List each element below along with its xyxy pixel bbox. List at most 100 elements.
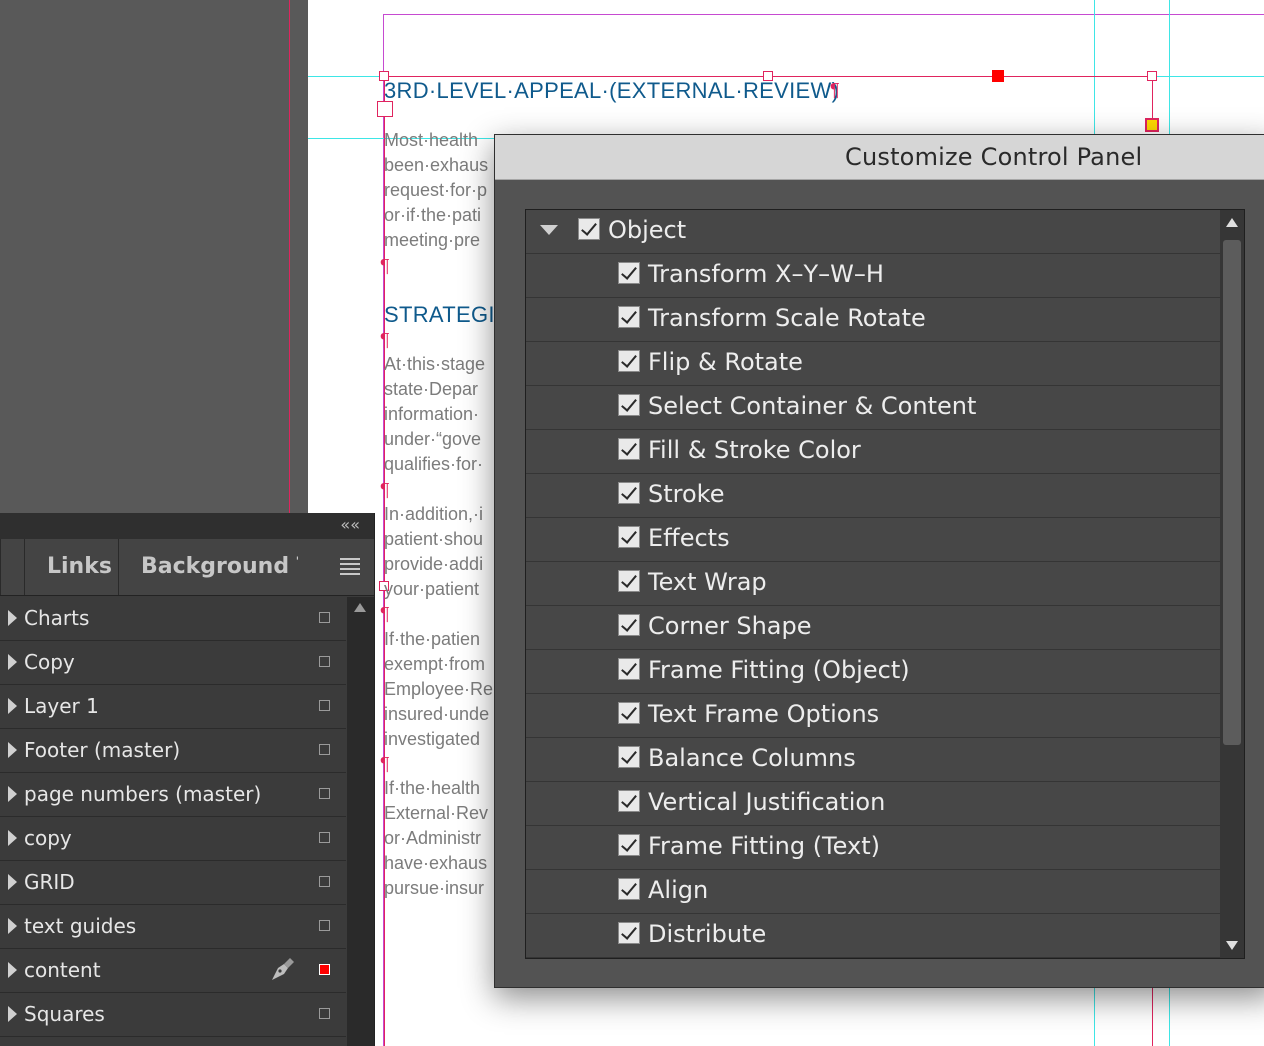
scroll-up-icon[interactable] [1226,218,1238,227]
scroll-up-icon[interactable] [354,603,366,612]
layer-color-swatch[interactable] [319,612,330,623]
layer-row[interactable]: page numbers (master) [0,773,346,817]
layer-color-swatch[interactable] [319,656,330,667]
layer-color-swatch[interactable] [319,832,330,843]
layer-row[interactable]: Charts [0,597,346,641]
option-label: Align [648,876,709,904]
bleed-line [289,0,290,520]
body-text-line: have·exhaus [384,853,488,873]
body-text-line: qualifies·for· [384,454,484,474]
body-text-line: investigated [384,729,481,749]
ruler-guide-v1 [1094,0,1095,140]
options-scrollbar[interactable] [1220,210,1244,958]
option-checkbox[interactable] [618,834,640,856]
option-checkbox[interactable] [618,658,640,680]
layer-row[interactable]: Footer (master) [0,729,346,773]
scroll-down-icon[interactable] [1226,941,1238,950]
ruler-guide-v1-bottom [1094,986,1095,1046]
option-checkbox[interactable] [618,878,640,900]
option-row[interactable]: Text Wrap [526,562,1220,606]
option-row[interactable]: Transform X–Y–W–H [526,254,1220,298]
option-row[interactable]: Balance Columns [526,738,1220,782]
option-row[interactable]: Vertical Justification [526,782,1220,826]
pilcrow-mark: ¶ [380,754,390,774]
body-text-line: In·addition,·i [384,504,484,524]
body-text-line: Employee·Re [384,679,494,699]
layer-color-swatch[interactable] [319,1008,330,1019]
expand-triangle-icon[interactable] [8,610,17,626]
layer-row[interactable]: GRID [0,861,346,905]
body-text-line: state·Depar [384,379,479,399]
option-checkbox[interactable] [618,790,640,812]
option-checkbox[interactable] [618,922,640,944]
body-text-line: under·“gove [384,429,482,449]
layer-row[interactable]: Squares [0,993,346,1037]
layers-scrollbar[interactable] [347,597,374,1046]
option-row[interactable]: Frame Fitting (Object) [526,650,1220,694]
selection-frame-right-bottom [1152,986,1153,1046]
option-row[interactable]: Effects [526,518,1220,562]
tab-background-tasks[interactable]: Background T [118,539,298,595]
option-label: Text Wrap [648,568,767,596]
disclosure-triangle-icon[interactable] [540,225,558,235]
expand-triangle-icon[interactable] [8,962,17,978]
option-row[interactable]: Frame Fitting (Text) [526,826,1220,870]
body-text-line: meeting·pre [384,230,481,250]
expand-triangle-icon[interactable] [8,918,17,934]
body-text-line: or·Administr [384,828,482,848]
panel-menu-icon[interactable] [340,558,360,575]
layer-name: Charts [24,606,90,630]
expand-triangle-icon[interactable] [8,698,17,714]
option-checkbox[interactable] [618,614,640,636]
layer-row[interactable]: Copy [0,641,346,685]
option-row[interactable]: Select Container & Content [526,386,1220,430]
collapse-icon[interactable]: «« [340,515,360,534]
option-row[interactable]: Text Frame Options [526,694,1220,738]
layer-row[interactable]: Layer 1 [0,685,346,729]
corner-options-handle[interactable] [992,70,1004,82]
layer-color-swatch[interactable] [319,964,330,975]
expand-triangle-icon[interactable] [8,786,17,802]
panel-titlebar[interactable]: «« [0,513,374,540]
option-row[interactable]: Stroke [526,474,1220,518]
expand-triangle-icon[interactable] [8,654,17,670]
option-row[interactable]: Distribute [526,914,1220,958]
layer-color-swatch[interactable] [319,788,330,799]
selection-handle-tr[interactable] [1147,71,1157,81]
checkbox-object[interactable] [578,218,600,240]
layer-row[interactable]: copy [0,817,346,861]
scroll-thumb[interactable] [1223,240,1241,745]
dialog-titlebar[interactable]: Customize Control Panel [495,135,1264,180]
expand-triangle-icon[interactable] [8,1006,17,1022]
option-row[interactable]: Corner Shape [526,606,1220,650]
pilcrow-mark: ¶ [380,330,390,350]
option-checkbox[interactable] [618,262,640,284]
expand-triangle-icon[interactable] [8,830,17,846]
option-checkbox[interactable] [618,438,640,460]
option-checkbox[interactable] [618,306,640,328]
option-row[interactable]: Align [526,870,1220,914]
tab-links[interactable]: Links [24,539,118,595]
option-checkbox[interactable] [618,702,640,724]
option-row[interactable]: Fill & Stroke Color [526,430,1220,474]
option-checkbox[interactable] [618,482,640,504]
layer-color-swatch[interactable] [319,700,330,711]
option-label: Distribute [648,920,767,948]
option-checkbox[interactable] [618,746,640,768]
option-row[interactable]: Flip & Rotate [526,342,1220,386]
layer-color-swatch[interactable] [319,920,330,931]
layer-row[interactable]: text guides [0,905,346,949]
expand-triangle-icon[interactable] [8,874,17,890]
layer-color-swatch[interactable] [319,876,330,887]
group-row-object[interactable]: Object [526,210,1220,254]
option-checkbox[interactable] [618,526,640,548]
tab-layers[interactable] [0,539,24,595]
option-checkbox[interactable] [618,570,640,592]
option-checkbox[interactable] [618,350,640,372]
layer-color-swatch[interactable] [319,744,330,755]
option-row[interactable]: Transform Scale Rotate [526,298,1220,342]
layer-row[interactable]: content [0,949,346,993]
expand-triangle-icon[interactable] [8,742,17,758]
live-corner-handle[interactable] [1145,118,1159,132]
option-checkbox[interactable] [618,394,640,416]
